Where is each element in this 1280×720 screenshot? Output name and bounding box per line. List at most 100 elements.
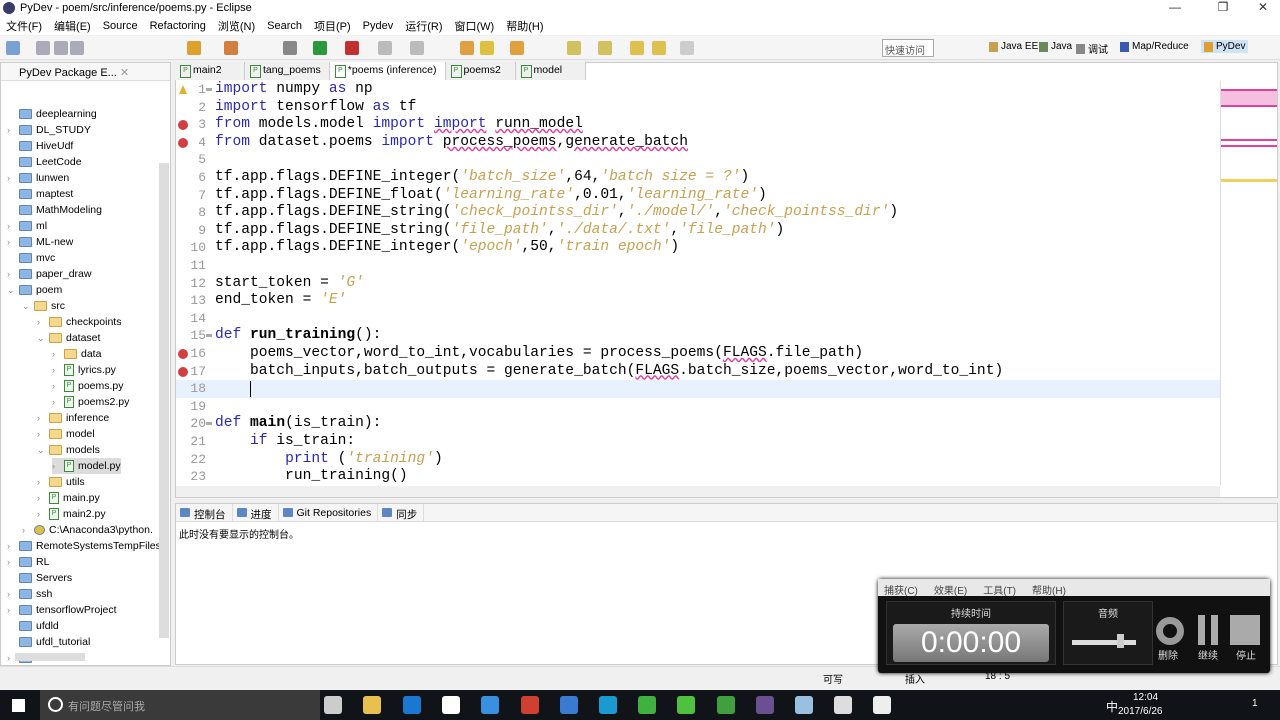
audio-level-handle[interactable] [1117,634,1124,648]
tree-item[interactable]: maptest [7,186,73,202]
perspective-pydev[interactable]: PyDev [1201,40,1249,53]
tree-item[interactable]: › Pmain.py [37,490,100,506]
tree-item[interactable]: › checkpoints [37,314,121,330]
toolbar-icon[interactable] [460,41,474,55]
taskbar-app-icon[interactable] [403,696,421,714]
tree-item[interactable]: › C:\Anaconda3\python. [22,522,153,538]
perspective-java[interactable]: Java [1036,40,1075,53]
pause-icon[interactable] [1198,615,1218,645]
editor-tab[interactable]: *poems (inference) [329,62,446,80]
tree-item[interactable]: ufdld [7,618,59,634]
toolbar-icon[interactable] [224,41,238,55]
menu-item[interactable]: 帮助(H) [506,18,543,34]
fold-icon[interactable] [206,88,212,91]
stop-icon[interactable] [1230,615,1260,645]
tree-item[interactable]: › inference [37,410,109,426]
delete-button[interactable]: 删除 [1158,647,1178,662]
menu-item[interactable]: 文件(F) [6,18,42,34]
console-tab[interactable]: 进度 [233,504,279,521]
clock-date[interactable]: 2017/6/26 [1118,706,1163,717]
menu-item[interactable]: Search [267,20,302,32]
chevron-right-icon[interactable]: › [7,589,15,599]
tree-item[interactable]: › utils [37,474,85,490]
chevron-right-icon[interactable]: › [37,477,45,487]
chevron-right-icon[interactable]: › [52,349,60,359]
tree-item[interactable]: › model [37,426,95,442]
taskbar-app-icon[interactable] [795,696,813,714]
console-tab[interactable]: Git Repositories [279,504,379,521]
menu-item[interactable]: 编辑(E) [54,18,91,34]
horizontal-scrollbar[interactable] [15,653,85,661]
chevron-right-icon[interactable]: › [7,237,15,247]
chevron-down-icon[interactable]: ⌄ [7,285,15,296]
taskbar-app-icon[interactable] [324,696,342,714]
chevron-right-icon[interactable]: › [7,125,15,135]
console-tab[interactable]: 同步 [378,504,425,521]
tree-item[interactable]: ⌄ poem [7,282,62,298]
ime-indicator[interactable]: 中 [1106,698,1118,715]
tree-item[interactable]: › Pmain2.py [37,506,106,522]
chevron-down-icon[interactable]: ⌄ [22,301,30,312]
toolbar-icon[interactable] [36,41,50,55]
quick-access-input[interactable]: 快速访问 [882,39,934,57]
taskbar-app-icon[interactable] [873,696,891,714]
taskbar-app-icon[interactable] [834,696,852,714]
taskbar-app-icon[interactable] [560,696,578,714]
chevron-right-icon[interactable]: › [7,541,15,551]
tree-item[interactable]: HiveUdf [7,138,73,154]
toolbar-icon[interactable] [54,41,68,55]
tree-item[interactable]: › DL_STUDY [7,122,91,138]
tree-item[interactable]: › RL [7,554,49,570]
chevron-right-icon[interactable]: › [37,493,45,503]
menu-item[interactable]: Source [103,20,138,32]
editor-tab[interactable]: model [515,62,586,80]
perspective-[interactable]: 调试 [1073,40,1111,57]
toolbar-icon[interactable] [480,41,494,55]
taskbar-app-icon[interactable] [599,696,617,714]
taskbar-app-icon[interactable] [717,696,735,714]
overview-ruler[interactable] [1220,81,1277,485]
menu-item[interactable]: 浏览(N) [218,18,255,34]
menu-item[interactable]: 窗口(W) [455,18,495,34]
minimize-button[interactable]: — [1160,0,1190,17]
recorder-menu-item[interactable]: 工具(T) [983,582,1016,597]
chevron-right-icon[interactable]: › [52,381,60,391]
menu-item[interactable]: 项目(P) [314,18,351,34]
chevron-right-icon[interactable]: › [7,653,15,663]
chevron-right-icon[interactable]: › [7,605,15,615]
taskbar-app-icon[interactable] [481,696,499,714]
chevron-right-icon[interactable]: › [37,509,45,519]
vertical-scrollbar[interactable] [159,163,169,638]
editor-tab[interactable]: main2 [175,62,245,80]
tree-item[interactable]: Servers [7,570,72,586]
chevron-right-icon[interactable]: › [52,397,60,407]
fold-icon[interactable] [206,334,212,338]
tree-item[interactable]: › ML-new [7,234,73,250]
fold-icon[interactable] [206,422,212,426]
stop-button[interactable]: 停止 [1236,647,1256,662]
chevron-right-icon[interactable]: › [7,173,15,183]
tree-item[interactable]: › Plyrics.py [52,362,116,378]
close-button[interactable]: ✕ [1248,0,1278,17]
code-area[interactable]: 1 import numpy as np 2 import tensorflow as… [176,81,1220,485]
tree-item[interactable]: › ssh [7,586,52,602]
notification-count[interactable]: 1 [1252,698,1258,709]
toolbar-icon[interactable] [70,41,84,55]
tree-item[interactable]: › ml [7,218,47,234]
recorder-menu-item[interactable]: 效果(E) [934,582,967,597]
menu-item[interactable]: Pydev [363,20,394,32]
perspective-javaee[interactable]: Java EE [986,40,1041,53]
toolbar-icon[interactable] [6,41,20,55]
chevron-right-icon[interactable]: › [37,317,45,327]
taskbar-app-icon[interactable] [442,696,460,714]
tree-item[interactable]: › Ppoems.py [52,378,124,394]
toolbar-icon[interactable] [283,41,297,55]
chevron-right-icon[interactable]: › [7,557,15,567]
toolbar-icon[interactable] [378,41,392,55]
toolbar-icon[interactable] [630,41,644,55]
taskbar-app-icon[interactable] [363,696,381,714]
recorder-menu-item[interactable]: 捕获(C) [884,582,918,597]
toolbar-icon[interactable] [313,41,327,55]
toolbar-icon[interactable] [410,41,424,55]
tree-item[interactable]: › RemoteSystemsTempFiles [7,538,161,554]
